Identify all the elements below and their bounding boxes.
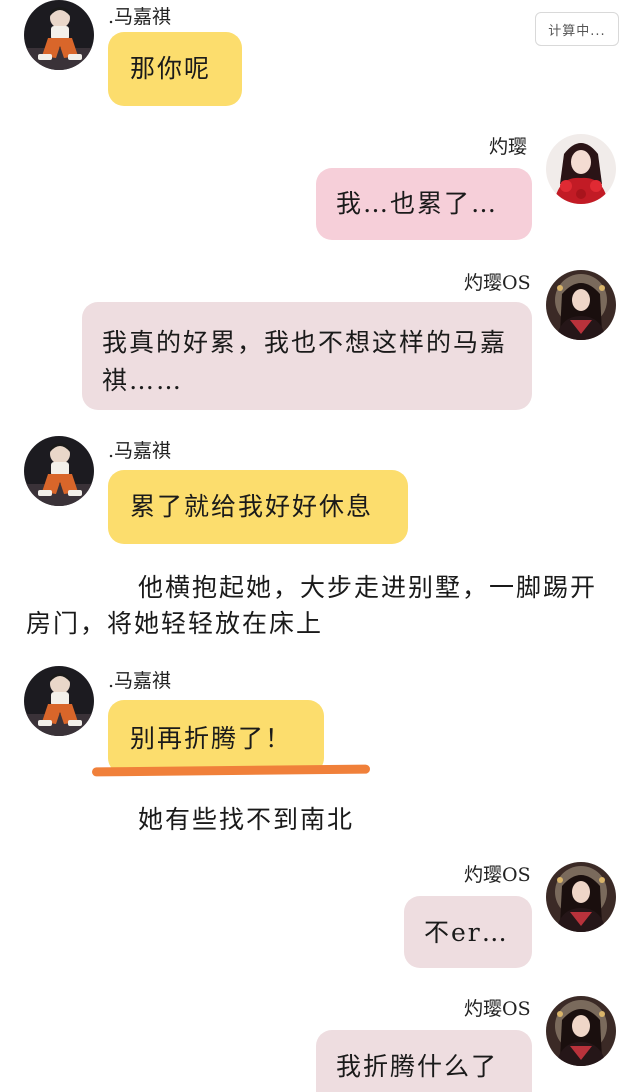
avatar-image [546,270,616,340]
sender-name: 灼璎 [489,136,528,158]
avatar-image [24,436,94,506]
sender-name: 灼璎OS [464,864,531,886]
sender-name: .马嘉祺 [108,440,172,462]
avatar-male[interactable] [24,436,94,506]
avatar-image [24,666,94,736]
sender-name: 灼璎OS [464,272,531,294]
message-bubble: 别再折腾了！ [108,700,324,774]
status-chip: 计算中... [535,12,619,46]
sender-name: .马嘉祺 [108,6,172,28]
sender-name: 灼璎OS [464,998,531,1020]
message-bubble: 我真的好累，我也不想这样的马嘉祺…… [82,302,532,410]
message-bubble: 不er… [404,896,532,968]
avatar-female[interactable] [546,134,616,204]
avatar-image [546,134,616,204]
highlight-underline [91,764,371,777]
message-bubble: 我折腾什么了 [316,1030,532,1092]
message-bubble: 我…也累了… [316,168,532,240]
narration-text: 她有些找不到南北 [138,805,355,834]
message-bubble: 累了就给我好好休息 [108,470,408,544]
narration-text: 他横抱起她，大步走进别墅，一脚踢开房门，将她轻轻放在床上 [26,573,598,638]
avatar-image [24,0,94,70]
avatar-male[interactable] [24,666,94,736]
avatar-female-os[interactable] [546,270,616,340]
avatar-image [546,996,616,1066]
message-bubble: 那你呢 [108,32,242,106]
avatar-female-os[interactable] [546,996,616,1066]
avatar-female-os[interactable] [546,862,616,932]
sender-name: .马嘉祺 [108,670,172,692]
avatar-image [546,862,616,932]
avatar-male[interactable] [24,0,94,70]
